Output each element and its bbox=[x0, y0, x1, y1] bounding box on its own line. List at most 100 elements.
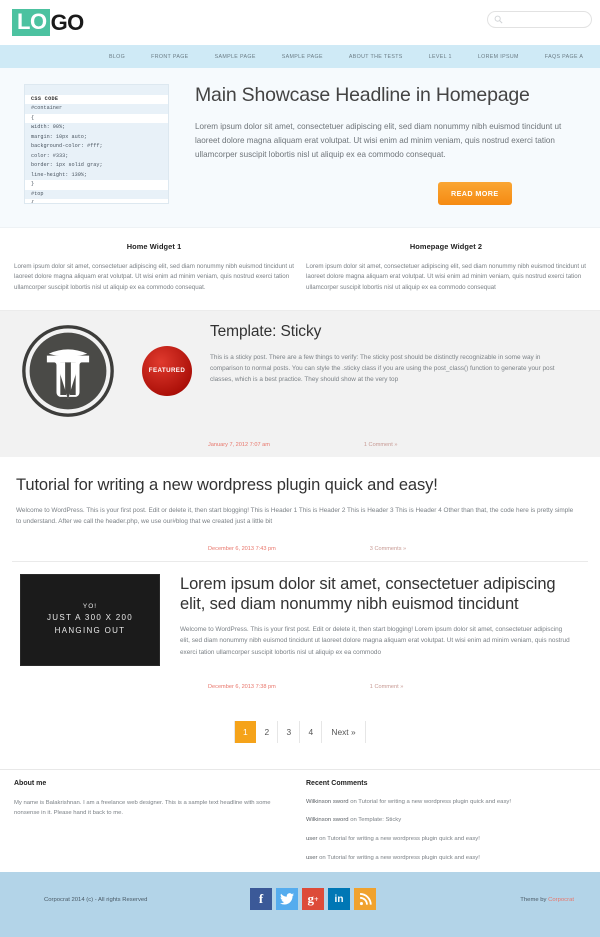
comment-preposition: on bbox=[319, 836, 326, 843]
post-thumbnail[interactable] bbox=[12, 323, 116, 424]
primary-navigation: BLOG FRONT PAGE SAMPLE PAGE SAMPLE PAGE … bbox=[0, 45, 600, 68]
post-meta-row: December 6, 2013 7:38 pm 1 Comment » bbox=[0, 672, 600, 699]
placeholder-line-3: HANGING OUT bbox=[54, 625, 126, 635]
post-date: December 6, 2013 7:43 pm bbox=[208, 545, 276, 552]
search-input[interactable] bbox=[506, 15, 585, 24]
post-body: Lorem ipsum dolor sit amet, consectetuer… bbox=[160, 574, 588, 666]
post-excerpt: This is a sticky post. There are a few t… bbox=[210, 353, 555, 384]
post-comments-link[interactable]: 3 Comments » bbox=[370, 546, 406, 552]
google-plus-icon[interactable]: g + bbox=[302, 888, 324, 910]
post-meta: January 7, 2012 7:07 am 1 Comment » bbox=[12, 430, 588, 457]
post-title[interactable]: Template: Sticky bbox=[210, 323, 570, 342]
post-comments-link[interactable]: 1 Comment » bbox=[370, 684, 404, 690]
post-body: Tutorial for writing a new wordpress plu… bbox=[12, 475, 588, 528]
nav-item-sample-page-1[interactable]: SAMPLE PAGE bbox=[202, 54, 269, 60]
nav-item-level-1[interactable]: LEVEL 1 bbox=[416, 54, 465, 60]
post-lorem: YO! JUST A 300 X 200 HANGING OUT Lorem i… bbox=[0, 562, 600, 666]
post-title[interactable]: Tutorial for writing a new wordpress plu… bbox=[16, 475, 574, 495]
post-meta-row: December 6, 2013 7:43 pm 3 Comments » bbox=[0, 534, 600, 561]
recent-comment-item[interactable]: Wilkinson sword on Template: Sticky bbox=[306, 816, 586, 826]
code-line: width: 90%; bbox=[25, 123, 168, 133]
code-line: margin: 10px auto; bbox=[25, 132, 168, 143]
page-root: LO GO BLOG FRONT PAGE SAMPLE PAGE SAMPLE … bbox=[0, 0, 600, 937]
pagination-page-1[interactable]: 1 bbox=[234, 720, 257, 743]
post-meta: December 6, 2013 7:43 pm 3 Comments » bbox=[12, 534, 588, 561]
code-line: } bbox=[31, 181, 35, 188]
comment-target[interactable]: Tutorial for writing a new wordpress plu… bbox=[327, 855, 480, 861]
comment-target[interactable]: Template: Sticky bbox=[358, 817, 401, 823]
comment-target[interactable]: Tutorial for writing a new wordpress plu… bbox=[327, 836, 480, 842]
rss-waves-icon bbox=[359, 892, 372, 905]
code-line: background-color: #fff; bbox=[25, 142, 168, 152]
home-widget-1-title: Home Widget 1 bbox=[126, 241, 182, 251]
theme-credit-link[interactable]: Corpocrat bbox=[548, 897, 574, 903]
home-widget-2-title: Homepage Widget 2 bbox=[409, 241, 483, 251]
home-widget-1: Home Widget 1 Lorem ipsum dolor sit amet… bbox=[8, 242, 300, 294]
comment-author: user bbox=[306, 836, 318, 843]
nav-item-page-b[interactable]: PAGE B bbox=[596, 54, 600, 60]
linkedin-icon[interactable]: in bbox=[328, 888, 350, 910]
footer-bar: Corpocrat 2014 (c) - All rights Reserved… bbox=[0, 872, 600, 937]
about-body: My name is Balakrishnan. I am a freelanc… bbox=[14, 799, 271, 817]
home-widget-1-body: Lorem ipsum dolor sit amet, consectetuer… bbox=[14, 262, 294, 292]
read-more-button[interactable]: READ MORE bbox=[438, 181, 512, 205]
nav-item-lorem-ipsum[interactable]: LOREM IPSUM bbox=[465, 54, 532, 60]
recent-comment-item[interactable]: user on Tutorial for writing a new wordp… bbox=[306, 854, 586, 864]
nav-item-faqs-page-a[interactable]: FAQS PAGE A bbox=[532, 54, 597, 60]
showcase-paragraph: Lorem ipsum dolor sit amet, consectetuer… bbox=[195, 122, 562, 159]
code-block-title: CSS CODE bbox=[31, 95, 59, 102]
comment-preposition: on bbox=[350, 817, 357, 824]
post-sticky: FEATURED Template: Sticky This is a stic… bbox=[0, 310, 600, 424]
copyright-text: Corpocrat 2014 (c) - All rights Reserved bbox=[44, 897, 148, 903]
code-line: #container bbox=[25, 104, 168, 114]
code-line-spacer bbox=[25, 85, 168, 95]
post-comments-link[interactable]: 1 Comment » bbox=[364, 442, 398, 448]
showcase-headline: Main Showcase Headline in Homepage bbox=[195, 84, 530, 106]
code-line: { bbox=[31, 200, 35, 204]
post-title[interactable]: Lorem ipsum dolor sit amet, consectetuer… bbox=[180, 574, 570, 614]
post-tutorial: Tutorial for writing a new wordpress plu… bbox=[0, 457, 600, 528]
pagination-page-2[interactable]: 2 bbox=[256, 720, 279, 743]
recent-comment-item[interactable]: user on Tutorial for writing a new wordp… bbox=[306, 835, 586, 845]
post-thumbnail-placeholder[interactable]: YO! JUST A 300 X 200 HANGING OUT bbox=[20, 573, 160, 666]
placeholder-line-1: YO! bbox=[82, 603, 98, 611]
comment-author: user bbox=[306, 854, 318, 861]
home-widget-2-body: Lorem ipsum dolor sit amet, consectetuer… bbox=[306, 262, 586, 292]
pagination-page-3[interactable]: 3 bbox=[278, 720, 301, 743]
logo-part-primary: LO bbox=[12, 9, 50, 36]
code-line: #top bbox=[25, 189, 168, 200]
about-title: About me bbox=[14, 779, 47, 787]
home-widgets-row: Home Widget 1 Lorem ipsum dolor sit amet… bbox=[0, 227, 600, 311]
post-excerpt: Welcome to WordPress. This is your first… bbox=[16, 506, 574, 526]
post-date: January 7, 2012 7:07 am bbox=[208, 441, 270, 448]
pagination-next[interactable]: Next » bbox=[322, 720, 366, 743]
theme-credit-prefix: Theme by bbox=[520, 897, 549, 903]
pagination: 1 2 3 4 Next » bbox=[0, 699, 600, 769]
post-body: Template: Sticky This is a sticky post. … bbox=[192, 323, 588, 424]
theme-credit: Theme by Corpocrat bbox=[520, 888, 574, 903]
comment-target[interactable]: Tutorial for writing a new wordpress plu… bbox=[358, 799, 511, 805]
pagination-page-4[interactable]: 4 bbox=[300, 720, 323, 743]
facebook-icon[interactable]: f bbox=[250, 888, 272, 910]
site-logo[interactable]: LO GO bbox=[12, 9, 84, 36]
twitter-bird-icon bbox=[280, 893, 294, 905]
featured-badge: FEATURED bbox=[142, 345, 192, 396]
showcase-text: Main Showcase Headline in Homepage Lorem… bbox=[195, 84, 600, 205]
css-code-block: CSS CODE #container { width: 90%; margin… bbox=[24, 84, 169, 204]
comment-author: Wilkinson sword bbox=[306, 798, 349, 805]
twitter-icon[interactable] bbox=[276, 888, 298, 910]
rss-icon[interactable] bbox=[354, 888, 376, 910]
nav-item-about-the-tests[interactable]: ABOUT THE TESTS bbox=[336, 54, 416, 60]
nav-item-blog[interactable]: BLOG bbox=[96, 54, 138, 60]
code-line: color: #333; bbox=[25, 151, 168, 162]
post-meta: December 6, 2013 7:38 pm 1 Comment » bbox=[12, 672, 588, 699]
placeholder-line-2: JUST A 300 X 200 bbox=[46, 613, 134, 623]
recent-comment-item[interactable]: Wilkinson sword on Tutorial for writing … bbox=[306, 798, 586, 808]
nav-item-sample-page-2[interactable]: SAMPLE PAGE bbox=[269, 54, 336, 60]
nav-item-front-page[interactable]: FRONT PAGE bbox=[138, 54, 201, 60]
search-icon bbox=[494, 15, 503, 24]
wordpress-logo-icon bbox=[22, 324, 114, 417]
post-date: December 6, 2013 7:38 pm bbox=[208, 683, 276, 690]
comment-author: Wilkinson sword bbox=[306, 817, 349, 824]
search-box[interactable] bbox=[487, 11, 592, 28]
